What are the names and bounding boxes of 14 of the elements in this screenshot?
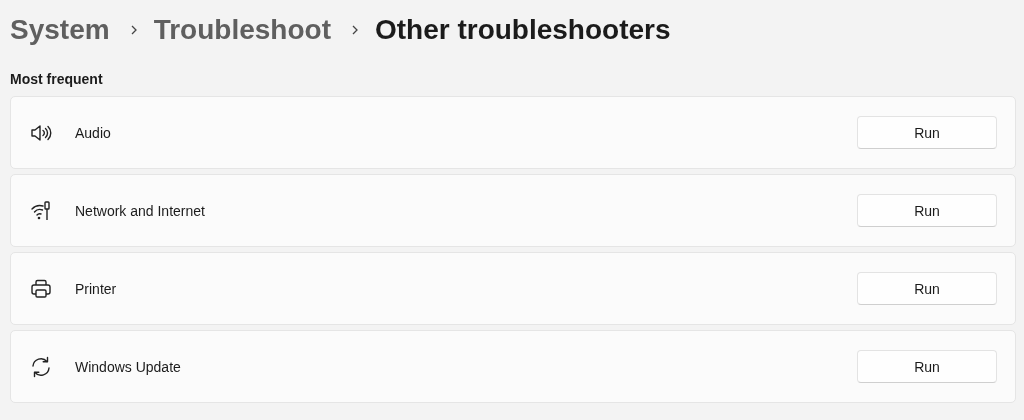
troubleshooter-name: Windows Update <box>75 358 182 375</box>
section-title: Most frequent <box>10 71 103 87</box>
run-button[interactable]: Run <box>857 116 997 149</box>
run-button[interactable]: Run <box>857 194 997 227</box>
wifi-ethernet-icon <box>29 198 53 223</box>
refresh-icon <box>29 354 53 379</box>
page-title: Other troubleshooters <box>374 14 671 46</box>
run-button[interactable]: Run <box>857 350 997 383</box>
troubleshooter-name: Printer <box>75 280 118 297</box>
troubleshooter-name: Network and Internet <box>75 202 206 219</box>
run-button[interactable]: Run <box>857 272 997 305</box>
troubleshooter-name: Audio <box>75 124 112 141</box>
breadcrumb-link[interactable]: Troubleshoot <box>153 14 331 46</box>
breadcrumb-link[interactable]: System <box>10 14 110 46</box>
